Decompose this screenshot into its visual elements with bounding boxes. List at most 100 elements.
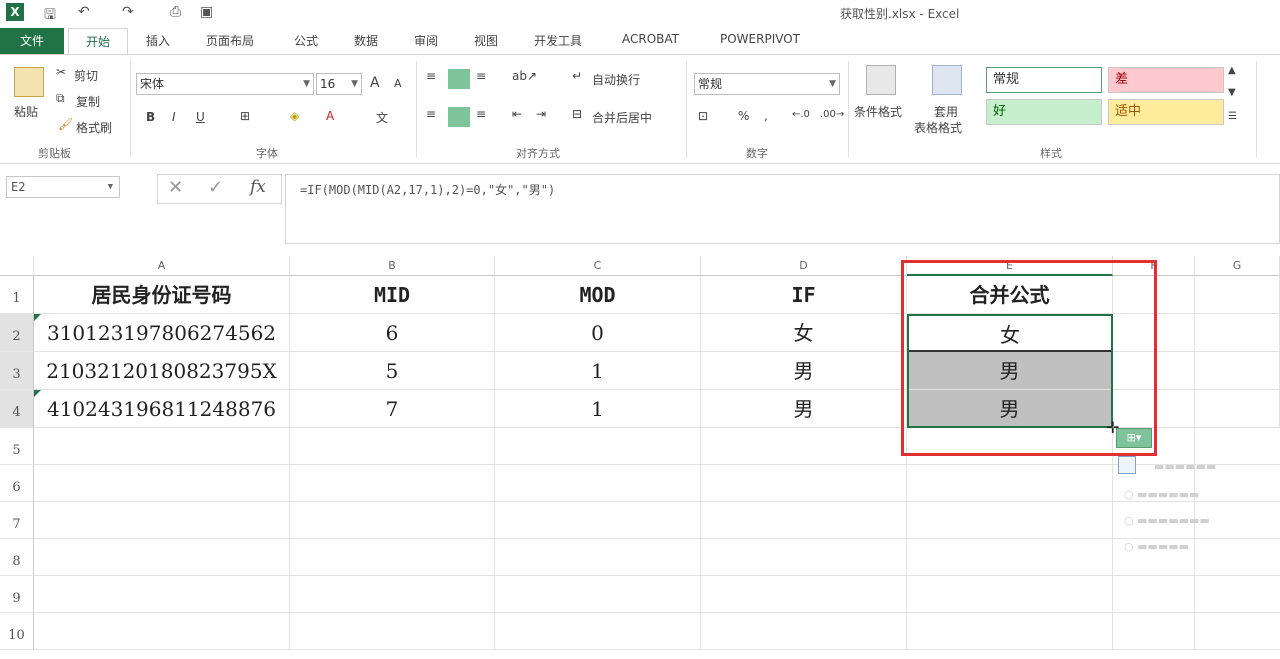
fill-color-icon[interactable]: ◈: [290, 109, 299, 123]
tab-page-layout[interactable]: 页面布局: [206, 32, 254, 49]
cell-f2[interactable]: [1113, 314, 1195, 352]
merge-center-icon[interactable]: ⊟: [572, 107, 582, 121]
increase-decimal-icon[interactable]: ←.0: [792, 109, 810, 120]
format-as-table-label[interactable]: 套用: [934, 103, 958, 120]
font-color-icon[interactable]: A: [326, 109, 334, 123]
cell-f1[interactable]: [1113, 276, 1195, 314]
styles-scroll-up-icon[interactable]: ▲: [1228, 65, 1236, 76]
font-name-select[interactable]: 宋体 ▼: [136, 73, 314, 95]
tab-view[interactable]: 视图: [474, 32, 498, 49]
cell-d1[interactable]: IF: [701, 276, 907, 314]
copy-button[interactable]: 复制: [76, 93, 100, 110]
cell-c1[interactable]: MOD: [495, 276, 701, 314]
cut-button[interactable]: 剪切: [74, 67, 98, 84]
cell-a3[interactable]: 21032120180823795X: [34, 352, 290, 390]
row-header-10[interactable]: 10: [0, 613, 34, 650]
save-icon[interactable]: 🖫: [44, 4, 56, 28]
tab-review[interactable]: 审阅: [414, 32, 438, 49]
align-center-icon[interactable]: [448, 107, 470, 127]
column-header-b[interactable]: B: [290, 256, 495, 276]
cell-d3[interactable]: 男: [701, 352, 907, 390]
row-header-2[interactable]: 2: [0, 314, 34, 352]
cut-icon[interactable]: ✂: [56, 65, 66, 79]
decrease-indent-icon[interactable]: ⇤: [512, 107, 522, 121]
tab-powerpivot[interactable]: POWERPIVOT: [720, 32, 800, 46]
row-header-5[interactable]: 5: [0, 428, 34, 465]
cell-b2[interactable]: 6: [290, 314, 495, 352]
insert-function-icon[interactable]: fx: [250, 177, 266, 197]
style-normal[interactable]: 常规: [986, 67, 1102, 93]
cell-e3[interactable]: 男: [907, 352, 1113, 390]
font-size-select[interactable]: 16 ▼: [316, 73, 362, 95]
percent-button[interactable]: %: [738, 109, 749, 123]
wrap-text-button[interactable]: 自动换行: [592, 71, 640, 88]
column-header-g[interactable]: G: [1195, 256, 1280, 276]
paste-button[interactable]: 粘贴: [14, 103, 38, 120]
align-left-icon[interactable]: ≡: [426, 107, 436, 121]
print-preview-icon[interactable]: ⎙: [170, 4, 181, 20]
cell-b4[interactable]: 7: [290, 390, 495, 428]
styles-scroll-down-icon[interactable]: ▼: [1228, 87, 1236, 98]
row-header-8[interactable]: 8: [0, 539, 34, 576]
align-middle-icon[interactable]: [448, 69, 470, 89]
paste-icon[interactable]: [14, 67, 44, 97]
styles-more-icon[interactable]: ☰: [1228, 111, 1237, 122]
column-header-e[interactable]: E: [907, 256, 1113, 276]
wrap-text-icon[interactable]: ↵: [572, 69, 582, 83]
tab-acrobat[interactable]: ACROBAT: [622, 32, 679, 46]
bold-button[interactable]: B: [146, 110, 155, 124]
align-bottom-icon[interactable]: ≡: [476, 69, 486, 83]
cancel-icon[interactable]: ✕: [168, 177, 183, 198]
conditional-formatting-icon[interactable]: [866, 65, 896, 95]
undo-icon[interactable]: ↶: [78, 4, 90, 20]
cell-g2[interactable]: [1195, 314, 1280, 352]
number-format-select[interactable]: 常规 ▼: [694, 73, 840, 95]
format-as-table-icon[interactable]: [932, 65, 962, 95]
cell-g4[interactable]: [1195, 390, 1280, 428]
currency-icon[interactable]: ⊡: [698, 109, 708, 123]
cell-a4[interactable]: 410243196811248876: [34, 390, 290, 428]
increase-indent-icon[interactable]: ⇥: [536, 107, 546, 121]
autofill-options-button[interactable]: ⊞▾: [1116, 428, 1152, 448]
quick-print-icon[interactable]: ▣: [200, 4, 213, 20]
align-top-icon[interactable]: ≡: [426, 69, 436, 83]
cell-b3[interactable]: 5: [290, 352, 495, 390]
cell-e2[interactable]: 女: [907, 314, 1113, 352]
column-header-d[interactable]: D: [701, 256, 907, 276]
cell-g1[interactable]: [1195, 276, 1280, 314]
phonetic-icon[interactable]: 文: [376, 109, 388, 126]
row-header-7[interactable]: 7: [0, 502, 34, 539]
cell-c3[interactable]: 1: [495, 352, 701, 390]
merge-center-button[interactable]: 合并后居中: [592, 109, 652, 126]
align-right-icon[interactable]: ≡: [476, 107, 486, 121]
italic-button[interactable]: I: [172, 110, 176, 124]
column-header-c[interactable]: C: [495, 256, 701, 276]
row-header-9[interactable]: 9: [0, 576, 34, 613]
select-all-corner[interactable]: [0, 256, 34, 276]
orientation-icon[interactable]: ab↗: [512, 69, 537, 83]
cell-e4[interactable]: 男: [907, 390, 1113, 428]
borders-icon[interactable]: ⊞: [240, 109, 250, 123]
cell-a1[interactable]: 居民身份证号码: [34, 276, 290, 314]
style-bad[interactable]: 差: [1108, 67, 1224, 93]
cell-a2[interactable]: 310123197806274562: [34, 314, 290, 352]
format-painter-icon[interactable]: 🖌: [58, 117, 73, 131]
enter-icon[interactable]: ✓: [208, 177, 223, 198]
redo-icon[interactable]: ↷: [122, 4, 134, 20]
tab-insert[interactable]: 插入: [146, 32, 170, 49]
cell-g3[interactable]: [1195, 352, 1280, 390]
formula-input[interactable]: =IF(MOD(MID(A2,17,1),2)=0,"女","男"): [285, 174, 1280, 244]
format-painter-button[interactable]: 格式刷: [76, 119, 112, 136]
column-header-a[interactable]: A: [34, 256, 290, 276]
tab-formulas[interactable]: 公式: [294, 32, 318, 49]
tab-developer[interactable]: 开发工具: [534, 32, 582, 49]
cell-c4[interactable]: 1: [495, 390, 701, 428]
cell-e1[interactable]: 合并公式: [907, 276, 1113, 314]
row-header-6[interactable]: 6: [0, 465, 34, 502]
empty-cells-area[interactable]: [34, 428, 1280, 650]
row-header-4[interactable]: 4: [0, 390, 34, 428]
style-neutral[interactable]: 适中: [1108, 99, 1224, 125]
style-good[interactable]: 好: [986, 99, 1102, 125]
copy-icon[interactable]: ⧉: [56, 91, 65, 106]
cell-b1[interactable]: MID: [290, 276, 495, 314]
